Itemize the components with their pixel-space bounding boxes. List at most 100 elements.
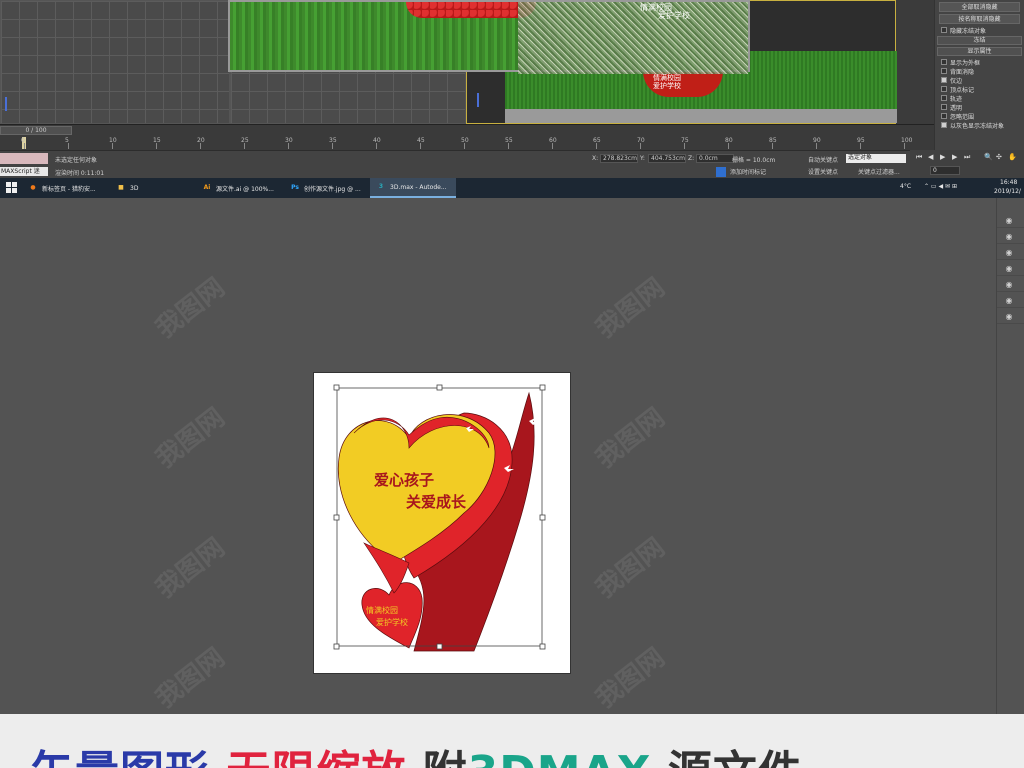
road-render — [505, 109, 897, 123]
goto-end-icon[interactable]: ⏭ — [964, 153, 970, 162]
artwork-small-line2: 爱护学校 — [376, 617, 408, 627]
ruler-tick-label: 0 — [21, 137, 25, 144]
visibility-eye-icon[interactable]: ◉ — [1003, 249, 1015, 257]
display-prop-checkbox[interactable] — [941, 113, 947, 119]
visibility-eye-icon[interactable]: ◉ — [1003, 297, 1015, 305]
taskbar-app-folder[interactable]: ■ 3D — [110, 178, 194, 198]
layer-row[interactable]: ◉ — [997, 278, 1024, 292]
status-message: 未选定任何对象 — [55, 157, 98, 164]
zoom-icon[interactable]: 🔍 — [984, 153, 993, 161]
tray-icons[interactable]: ⌃ ▭ ◀ ✉ ⊞ — [924, 183, 957, 190]
unhide-all-button[interactable]: 全部取消隐藏 — [939, 2, 1020, 12]
ruler-tick-label: 60 — [549, 137, 557, 144]
goto-start-icon[interactable]: ⏮ — [916, 153, 922, 162]
display-prop-checkbox[interactable] — [941, 104, 947, 110]
z-label: Z: — [688, 155, 695, 162]
maxscript-mini-listener[interactable]: MAXScript 迷 — [0, 167, 48, 176]
time-slider[interactable]: 0 / 100 — [0, 126, 72, 135]
prev-frame-icon[interactable]: ◀ — [928, 153, 933, 161]
viewport-left[interactable] — [0, 0, 230, 124]
illustrator-icon: Ai — [203, 184, 211, 191]
hide-frozen-label: 隐藏冻结对象 — [950, 27, 987, 35]
ruler-tick-label: 55 — [505, 137, 513, 144]
orbit-icon[interactable]: ✣ — [996, 153, 1002, 161]
key-filters-button[interactable]: 关键点过滤器... — [858, 167, 900, 176]
ruler-tick-label: 10 — [109, 137, 117, 144]
display-prop-checkbox[interactable] — [941, 77, 947, 83]
hide-frozen-row[interactable]: 隐藏冻结对象 — [941, 26, 1018, 34]
banner-text: 矢量图形 无限缩放 附3DMAX 源文件 — [30, 736, 803, 768]
display-prop-row[interactable]: 忽略范围 — [941, 112, 1018, 120]
time-tag-icon[interactable] — [716, 167, 726, 177]
taskbar-app-label: 源文件.ai @ 100%... — [216, 185, 274, 193]
auto-key-button[interactable]: 自动关键点 — [808, 155, 838, 164]
play-icon[interactable]: ▶ — [940, 153, 945, 161]
visibility-eye-icon[interactable]: ◉ — [1003, 217, 1015, 225]
unhide-by-name-button[interactable]: 按名称取消隐藏 — [939, 14, 1020, 24]
render-sign-text-2: 爱护学校 — [658, 11, 690, 20]
windows-start-icon[interactable] — [6, 182, 18, 194]
heart-artwork[interactable]: 爱心孩子 关爱成长 情满校园 爱护学校 — [314, 373, 572, 675]
illustrator-canvas[interactable]: 我图网 我图网 我图网 我图网 我图网 我图网 我图网 我图网 爱心孩子 关爱成… — [0, 198, 1024, 714]
display-prop-label: 顶点标记 — [950, 86, 975, 94]
taskbar-app-illustrator[interactable]: Ai 源文件.ai @ 100%... — [196, 178, 282, 198]
artboard[interactable]: 爱心孩子 关爱成长 情满校园 爱护学校 — [313, 372, 571, 674]
z-coord-field[interactable]: 0.0cm — [696, 154, 734, 163]
display-prop-checkbox[interactable] — [941, 86, 947, 92]
taskbar-app-browser[interactable]: ● 新标签页 - 猎豹安... — [22, 178, 108, 198]
y-coord-field[interactable]: 404.753cm — [648, 154, 686, 163]
maxscript-listener[interactable] — [0, 153, 48, 164]
pan-icon[interactable]: ✋ — [1008, 153, 1017, 161]
display-prop-row[interactable]: 透明 — [941, 103, 1018, 111]
next-frame-icon[interactable]: ▶ — [952, 153, 957, 161]
freeze-rollout[interactable]: 冻结 — [937, 36, 1022, 45]
display-prop-row[interactable]: 背面消隐 — [941, 67, 1018, 75]
set-key-button[interactable]: 设置关键点 — [808, 167, 838, 176]
time-ruler[interactable]: 0 5 10 15 20 25 30 35 40 45 50 55 60 65 70 75 80 85 90 95 10… — [10, 137, 912, 151]
visibility-eye-icon[interactable]: ◉ — [1003, 265, 1015, 273]
flower-bed-render — [406, 2, 536, 18]
visibility-eye-icon[interactable]: ◉ — [1003, 233, 1015, 241]
display-prop-checkbox[interactable] — [941, 122, 947, 128]
add-time-tag[interactable]: 添加时间标记 — [730, 167, 766, 176]
clock-date[interactable]: 2019/12/ — [994, 188, 1021, 195]
layer-row[interactable]: ◉ — [997, 214, 1024, 228]
3dsmax-window: 情满校园 爱护学校 情满校园 爱护学校 全部取消隐藏 按名称取消隐藏 隐藏冻结对… — [0, 0, 1024, 178]
folder-icon: ■ — [118, 184, 124, 191]
visibility-eye-icon[interactable]: ◉ — [1003, 281, 1015, 289]
clock-time[interactable]: 16:48 — [1000, 179, 1017, 186]
hide-frozen-checkbox[interactable] — [941, 27, 947, 33]
ruler-tick-label: 25 — [241, 137, 249, 144]
display-prop-checkbox[interactable] — [941, 68, 947, 74]
watermark-text: 我图网 — [150, 532, 231, 605]
display-prop-row[interactable]: 轨迹 — [941, 94, 1018, 102]
layer-row[interactable]: ◉ — [997, 262, 1024, 276]
layer-row[interactable]: ◉ — [997, 310, 1024, 324]
render-frame-window[interactable]: 情满校园 爱护学校 — [228, 0, 750, 74]
display-props-rollout[interactable]: 显示属性 — [937, 47, 1022, 56]
windows-taskbar: ● 新标签页 - 猎豹安... ■ 3D Ai 源文件.ai @ 100%... Ps 创作源… — [0, 178, 1024, 198]
layer-row[interactable]: ◉ — [997, 230, 1024, 244]
ruler-tick-label: 40 — [373, 137, 381, 144]
display-prop-row[interactable]: 顶点标记 — [941, 85, 1018, 93]
display-prop-checkbox[interactable] — [941, 59, 947, 65]
frame-field[interactable]: 0 — [930, 166, 960, 175]
display-prop-checkbox[interactable] — [941, 95, 947, 101]
banner-part-2: 无限缩放 — [226, 747, 406, 768]
promo-banner: 矢量图形 无限缩放 附3DMAX 源文件 — [0, 714, 1024, 768]
timeline: 0 / 100 0 5 10 15 20 25 30 35 40 45 50 55 60 65 70 75 80… — [0, 124, 934, 150]
x-coord-field[interactable]: 278.823cm — [600, 154, 638, 163]
layer-row[interactable]: ◉ — [997, 294, 1024, 308]
visibility-eye-icon[interactable]: ◉ — [1003, 313, 1015, 321]
display-prop-row[interactable]: 以灰色显示冻结对象 — [941, 121, 1018, 129]
temperature: 4°C — [900, 183, 912, 190]
watermark-text: 我图网 — [590, 642, 671, 715]
taskbar-app-photoshop[interactable]: Ps 创作源文件.jpg @ ... — [284, 178, 368, 198]
display-prop-row[interactable]: 显示为外框 — [941, 58, 1018, 66]
layer-row[interactable]: ◉ — [997, 246, 1024, 260]
taskbar-app-3dsmax[interactable]: 3 3D.max - Autode... — [370, 178, 456, 198]
selected-object-dropdown[interactable]: 选定对象 — [846, 154, 906, 163]
ruler-tick-label: 75 — [681, 137, 689, 144]
artwork-title-line2: 关爱成长 — [406, 493, 467, 511]
display-prop-row[interactable]: 仅边 — [941, 76, 1018, 84]
